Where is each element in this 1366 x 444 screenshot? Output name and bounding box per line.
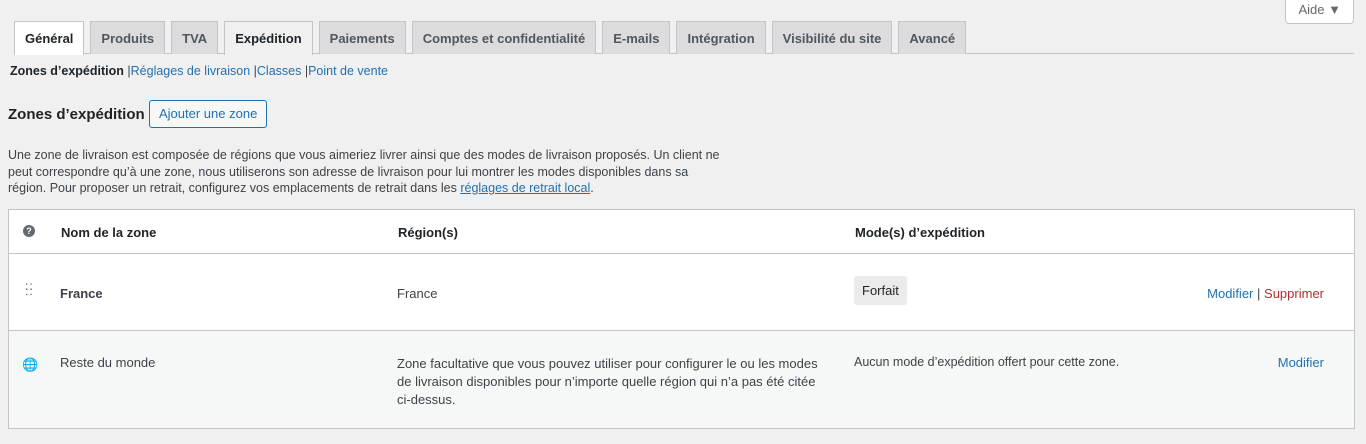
description: Une zone de livraison est composée de ré…	[8, 147, 728, 197]
delete-link[interactable]: Supprimer	[1264, 286, 1324, 301]
zone-name: Reste du monde	[60, 355, 156, 370]
edit-link[interactable]: Modifier	[1278, 355, 1324, 370]
zone-name: France	[60, 286, 103, 301]
subnav: Zones d’expédition |Réglages de livraiso…	[10, 64, 389, 78]
edit-link[interactable]: Modifier	[1207, 286, 1253, 301]
method-badge: Forfait	[854, 276, 907, 305]
table-header: ? Nom de la zone Région(s) Mode(s) d’exp…	[9, 210, 1354, 254]
subnav-classes[interactable]: Classes	[257, 64, 301, 78]
tab-general[interactable]: Général	[14, 21, 85, 55]
help-label: Aide	[1298, 2, 1325, 17]
local-pickup-link[interactable]: réglages de retrait local	[460, 181, 590, 195]
page-title: Zones d’expédition	[8, 106, 145, 123]
tab-payments[interactable]: Paiements	[318, 21, 406, 54]
tab-shipping[interactable]: Expédition	[224, 21, 313, 55]
subnav-current: Zones d’expédition	[10, 64, 124, 78]
zone-region: France	[397, 286, 438, 301]
description-end: .	[590, 181, 594, 195]
tab-integration[interactable]: Intégration	[676, 21, 766, 54]
help-icon[interactable]: ?	[23, 225, 35, 237]
tab-site-visibility[interactable]: Visibilité du site	[771, 21, 893, 54]
tab-advanced[interactable]: Avancé	[898, 21, 967, 54]
zone-region: Zone facultative que vous pouvez utilise…	[397, 356, 818, 407]
no-methods-text: Aucun mode d’expédition offert pour cett…	[854, 355, 1120, 369]
globe-icon: 🌐	[22, 357, 39, 372]
header-regions: Région(s)	[398, 225, 458, 240]
separator: |	[1257, 286, 1261, 301]
tab-accounts[interactable]: Comptes et confidentialité	[411, 21, 597, 54]
tab-products[interactable]: Produits	[90, 21, 166, 54]
settings-tabs: Général Produits TVA Expédition Paiement…	[14, 21, 1354, 55]
drag-handle-icon[interactable]: ::::	[25, 280, 34, 297]
add-zone-button[interactable]: Ajouter une zone	[149, 100, 268, 128]
tab-emails[interactable]: E-mails	[602, 21, 671, 54]
tab-tax[interactable]: TVA	[171, 21, 219, 54]
table-row: :::: France France Forfait Modifier | Su…	[9, 254, 1354, 331]
header-methods: Mode(s) d’expédition	[855, 225, 985, 240]
description-text: Une zone de livraison est composée de ré…	[8, 148, 720, 195]
subnav-point-of-sale[interactable]: Point de vente	[308, 64, 388, 78]
subnav-delivery-settings[interactable]: Réglages de livraison	[131, 64, 251, 78]
header-zone-name: Nom de la zone	[61, 225, 157, 240]
zones-table: ? Nom de la zone Région(s) Mode(s) d’exp…	[8, 209, 1355, 429]
table-row: 🌐 Reste du monde Zone facultative que vo…	[9, 331, 1354, 428]
caret-down-icon: ▼	[1328, 2, 1341, 17]
